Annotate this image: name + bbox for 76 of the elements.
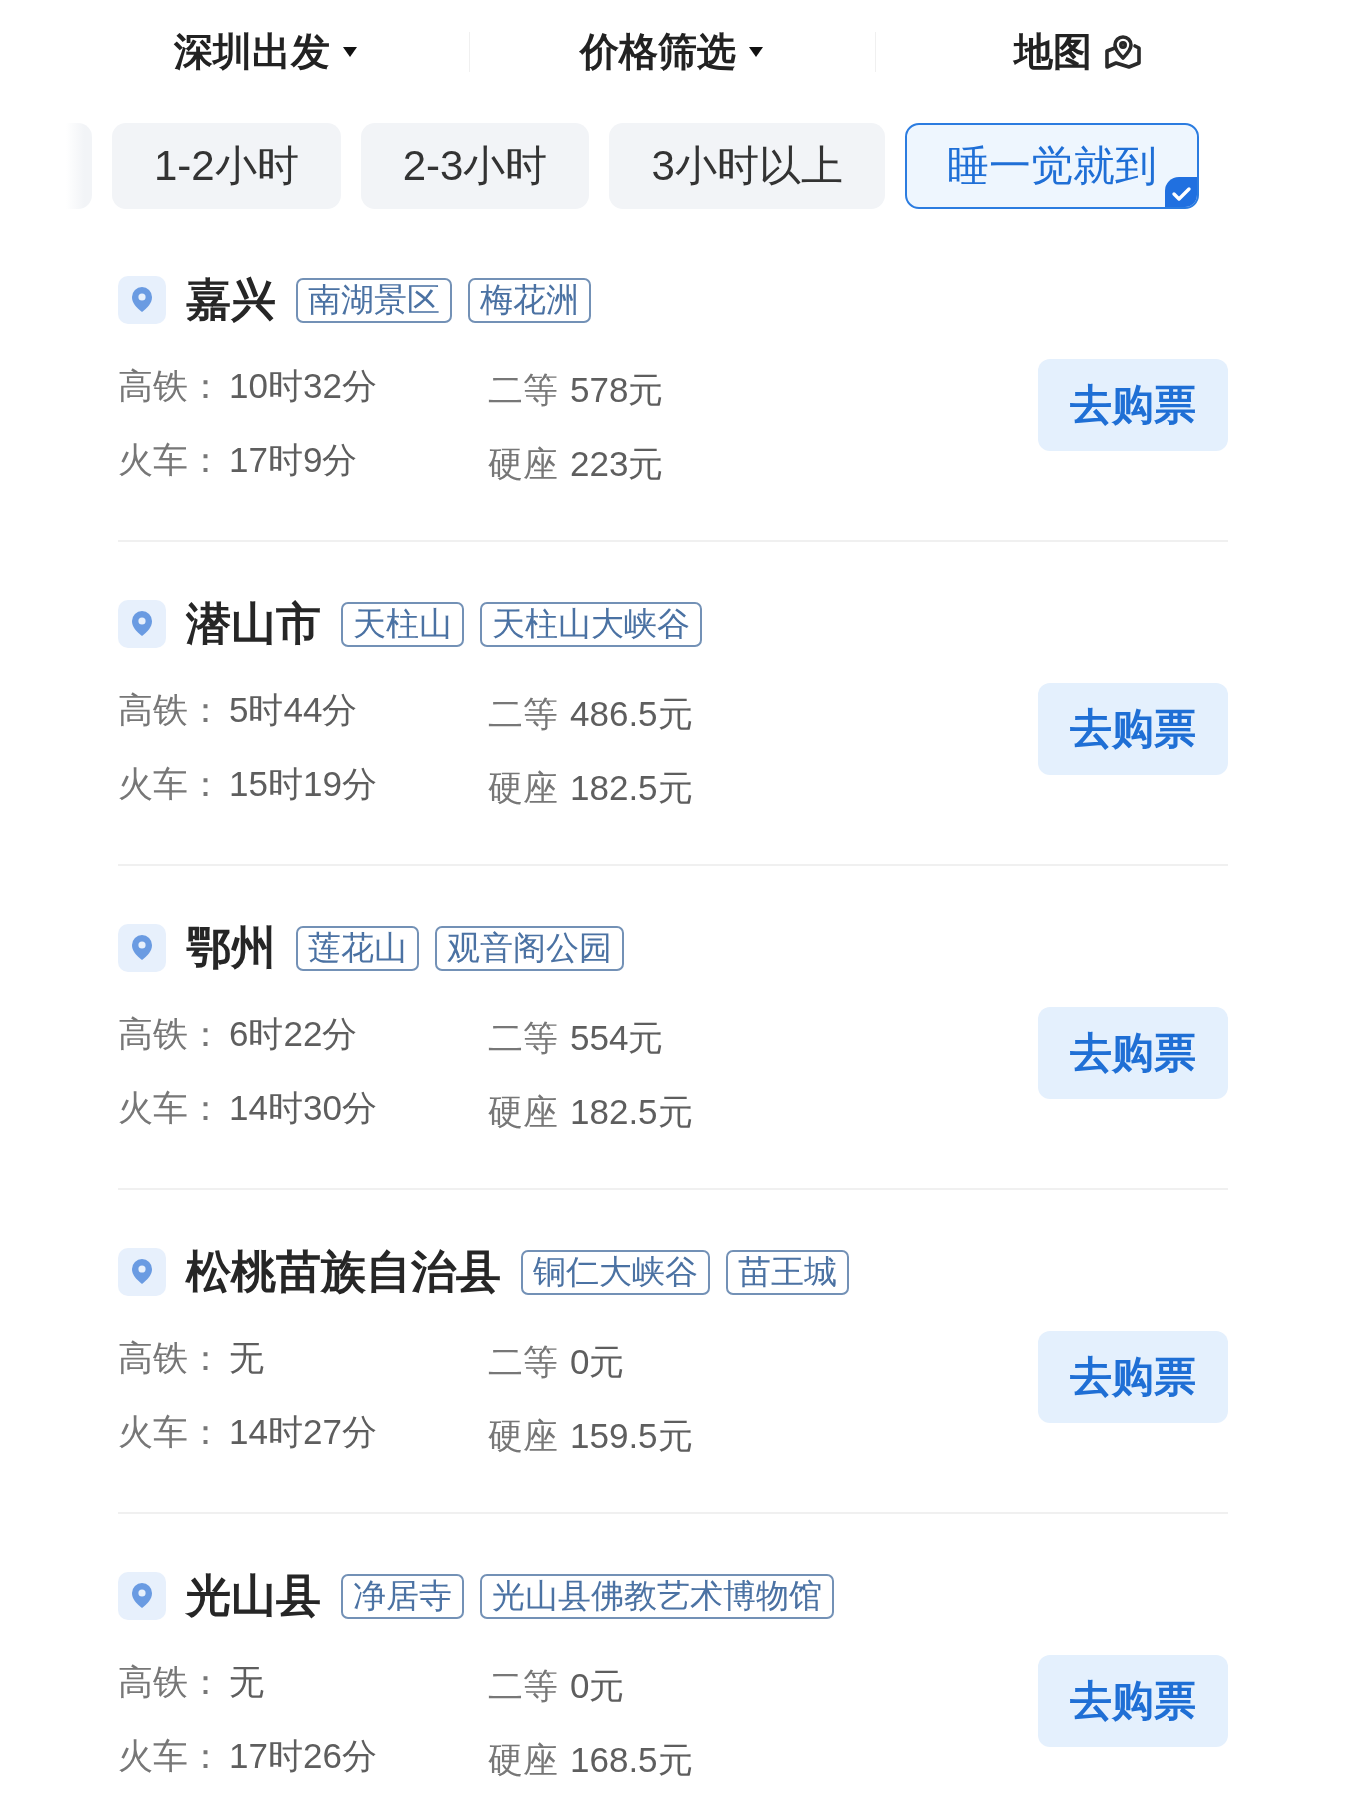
caret-icon bbox=[748, 46, 764, 58]
map-pin-icon bbox=[1104, 34, 1142, 70]
fare-price: 554元 bbox=[570, 1017, 664, 1059]
buy-ticket-button[interactable]: 去购票 bbox=[1038, 1655, 1228, 1747]
travel-time: 5时44分 bbox=[229, 689, 358, 731]
header-tab[interactable]: 地图 bbox=[1008, 25, 1148, 79]
transport-label: 火车： bbox=[118, 1735, 223, 1777]
check-badge-icon bbox=[1164, 177, 1197, 207]
fare-price: 0元 bbox=[570, 1341, 625, 1383]
fare-price: 159.5元 bbox=[570, 1415, 693, 1457]
travel-time: 无 bbox=[229, 1337, 264, 1379]
location-pin-icon bbox=[118, 600, 166, 648]
seat-class-label: 二等 bbox=[488, 693, 558, 735]
location-pin-icon bbox=[118, 924, 166, 972]
transport-label: 火车： bbox=[118, 763, 223, 805]
transport-label: 高铁： bbox=[118, 689, 223, 731]
fare-price: 182.5元 bbox=[570, 1091, 693, 1133]
attraction-tag: 天柱山 bbox=[341, 601, 464, 647]
caret-icon bbox=[342, 46, 358, 58]
travel-time: 17时9分 bbox=[229, 439, 358, 481]
fare-price: 0元 bbox=[570, 1665, 625, 1707]
fare-price: 486.5元 bbox=[570, 693, 693, 735]
attraction-tag: 铜仁大峡谷 bbox=[521, 1249, 710, 1295]
destination-name: 鄂州 bbox=[186, 924, 276, 972]
transport-label: 火车： bbox=[118, 439, 223, 481]
travel-time: 6时22分 bbox=[229, 1013, 358, 1055]
fare-price: 168.5元 bbox=[570, 1739, 693, 1781]
destination-name: 光山县 bbox=[186, 1572, 321, 1620]
travel-time: 14时30分 bbox=[229, 1087, 377, 1129]
seat-class-label: 硬座 bbox=[488, 1415, 558, 1457]
attraction-tag: 莲花山 bbox=[296, 925, 419, 971]
location-pin-icon bbox=[118, 1248, 166, 1296]
transport-label: 高铁： bbox=[118, 1013, 223, 1055]
filter-chip[interactable]: 1-2小时 bbox=[112, 123, 341, 209]
transport-label: 高铁： bbox=[118, 1337, 223, 1379]
seat-class-label: 二等 bbox=[488, 1341, 558, 1383]
buy-ticket-button[interactable]: 去购票 bbox=[1038, 1331, 1228, 1423]
seat-class-label: 硬座 bbox=[488, 767, 558, 809]
filter-chip[interactable]: 2-3小时 bbox=[360, 123, 590, 209]
filter-chip[interactable]: 3小时以上 bbox=[609, 123, 885, 209]
travel-time: 17时26分 bbox=[229, 1735, 377, 1777]
fare-price: 182.5元 bbox=[570, 767, 693, 809]
header-tab[interactable]: 深圳出发 bbox=[168, 25, 364, 79]
seat-class-label: 二等 bbox=[488, 1017, 558, 1059]
travel-time: 10时32分 bbox=[229, 365, 377, 407]
transport-label: 高铁： bbox=[118, 1661, 223, 1703]
location-pin-icon bbox=[118, 1572, 166, 1620]
travel-time: 无 bbox=[229, 1661, 264, 1703]
attraction-tag: 观音阁公园 bbox=[435, 925, 624, 971]
attraction-tag: 苗王城 bbox=[726, 1249, 849, 1295]
buy-ticket-button[interactable]: 去购票 bbox=[1038, 1007, 1228, 1099]
transport-label: 火车： bbox=[118, 1087, 223, 1129]
seat-class-label: 硬座 bbox=[488, 443, 558, 485]
buy-ticket-button[interactable]: 去购票 bbox=[1038, 683, 1228, 775]
destination-name: 潜山市 bbox=[186, 600, 321, 648]
header-tab[interactable]: 价格筛选 bbox=[574, 25, 770, 79]
location-pin-icon bbox=[118, 276, 166, 324]
transport-label: 高铁： bbox=[118, 365, 223, 407]
attraction-tag: 光山县佛教艺术博物馆 bbox=[480, 1573, 834, 1619]
attraction-tag: 净居寺 bbox=[341, 1573, 464, 1619]
travel-time: 15时19分 bbox=[229, 763, 377, 805]
travel-time: 14时27分 bbox=[229, 1411, 377, 1453]
destination-name: 嘉兴 bbox=[186, 276, 276, 324]
buy-ticket-button[interactable]: 去购票 bbox=[1038, 359, 1228, 451]
fare-price: 578元 bbox=[570, 369, 664, 411]
attraction-tag: 梅花洲 bbox=[468, 277, 591, 323]
destination-name: 松桃苗族自治县 bbox=[186, 1248, 501, 1296]
attraction-tag: 南湖景区 bbox=[296, 277, 452, 323]
transport-label: 火车： bbox=[118, 1411, 223, 1453]
filter-chip[interactable]: 睡一觉就到 bbox=[904, 123, 1199, 209]
attraction-tag: 天柱山大峡谷 bbox=[480, 601, 702, 647]
seat-class-label: 二等 bbox=[488, 369, 558, 411]
seat-class-label: 二等 bbox=[488, 1665, 558, 1707]
seat-class-label: 硬座 bbox=[488, 1091, 558, 1133]
seat-class-label: 硬座 bbox=[488, 1739, 558, 1781]
fare-price: 223元 bbox=[570, 443, 664, 485]
